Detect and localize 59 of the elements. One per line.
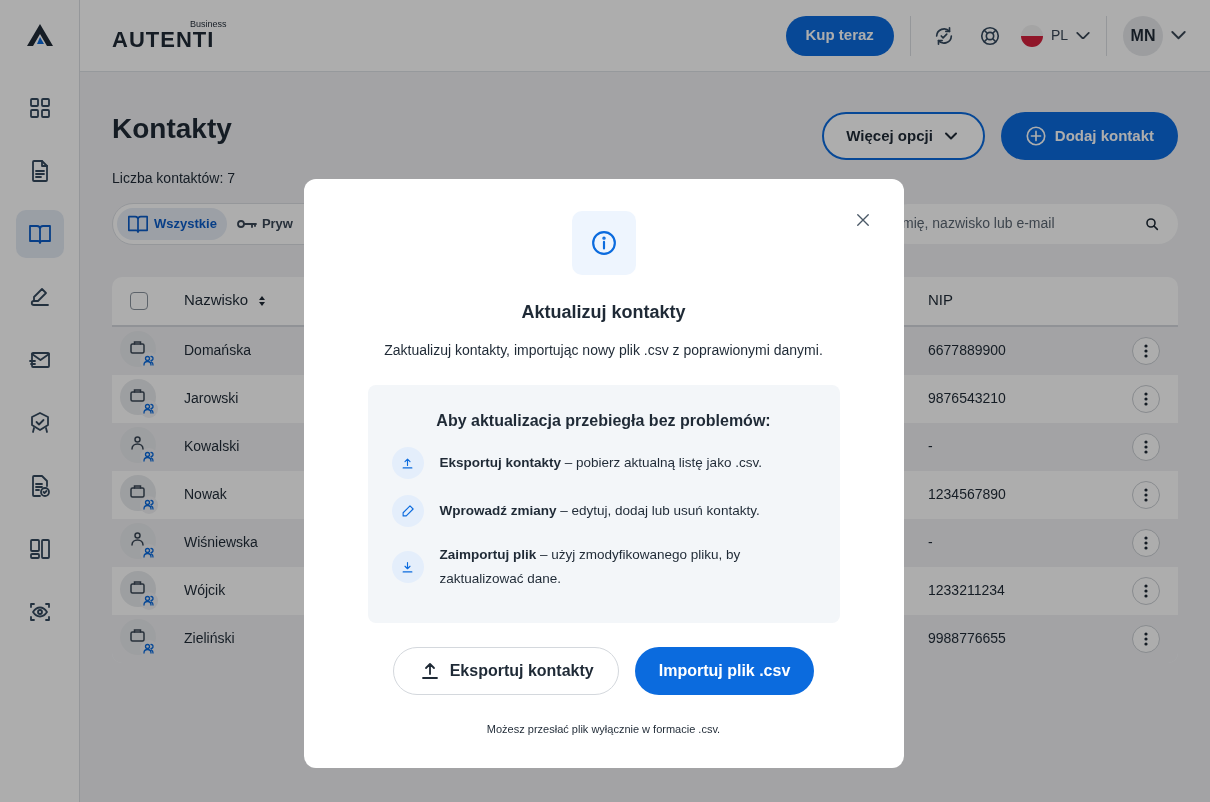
filter-tab[interactable]: Wszystkie bbox=[117, 207, 227, 240]
table-cell: 9876543210 bbox=[928, 390, 1006, 407]
pencil-icon bbox=[400, 503, 415, 519]
upload-icon bbox=[400, 455, 415, 471]
more-options-button[interactable]: Więcej opcji bbox=[822, 112, 985, 160]
table-cell: Kowalski bbox=[184, 438, 240, 455]
logo-wordmark: AUTENTI bbox=[112, 29, 216, 51]
table-cell: 1234567890 bbox=[928, 486, 1006, 503]
filter-tab[interactable]: Pryw bbox=[226, 207, 303, 240]
download-icon bbox=[400, 559, 415, 575]
table-cell: Nowak bbox=[184, 486, 227, 503]
table-cell: Domańska bbox=[184, 342, 251, 359]
help-button[interactable] bbox=[978, 24, 1001, 47]
logo-tagline: Business bbox=[190, 20, 227, 29]
import-button[interactable]: Importuj plik .csv bbox=[634, 647, 815, 695]
flag-icon bbox=[1020, 24, 1043, 47]
sidebar-item[interactable] bbox=[15, 210, 64, 258]
briefcase-avatar-icon bbox=[120, 378, 158, 419]
column-header: NIP bbox=[928, 291, 953, 309]
page-title: Kontakty bbox=[112, 112, 233, 146]
language-selector[interactable]: PL bbox=[1020, 24, 1090, 47]
briefcase-avatar-icon bbox=[120, 570, 158, 611]
buy-now-button[interactable]: Kup teraz bbox=[785, 15, 894, 56]
lifebuoy-icon bbox=[978, 24, 1001, 47]
tip-text: Zaimportuj plik – użyj zmodyfikowanego pliku, by zaktualizować dane. bbox=[439, 546, 742, 588]
column-header[interactable]: Nazwisko bbox=[184, 289, 249, 312]
grid-icon bbox=[27, 96, 52, 120]
user-avatar[interactable]: MN bbox=[1123, 15, 1163, 56]
table-cell: 9988776655 bbox=[928, 630, 1006, 647]
add-contact-button[interactable]: Dodaj kontakt bbox=[1000, 112, 1178, 160]
key-icon bbox=[236, 219, 257, 228]
select-all-checkbox[interactable] bbox=[130, 291, 148, 310]
search-icon bbox=[1144, 215, 1160, 232]
logo-icon[interactable] bbox=[26, 24, 53, 46]
table-cell: Wójcik bbox=[184, 582, 226, 599]
info-icon bbox=[590, 230, 617, 256]
dialog-note: Możesz przesłać plik wyłącznie w formacie .csv. bbox=[485, 722, 722, 737]
briefcase-avatar-icon bbox=[120, 474, 158, 515]
contact-count: Liczba kontaktów: 7 bbox=[112, 168, 235, 188]
table-cell: - bbox=[928, 534, 933, 551]
export-button[interactable]: Eksportuj kontakty bbox=[392, 647, 619, 695]
table-cell: 1233211234 bbox=[928, 582, 1005, 599]
user-menu-toggle[interactable] bbox=[1171, 31, 1186, 40]
eye-scan-icon bbox=[27, 600, 52, 624]
tips-title: Aby aktualizacja przebiegła bez problemów: bbox=[435, 411, 772, 431]
tip-text: Eksportuj kontakty – pobierz aktualną listę jako .csv. bbox=[439, 454, 762, 472]
plus-circle-icon bbox=[1024, 125, 1047, 147]
table-cell: - bbox=[928, 438, 933, 455]
chevron-down-icon bbox=[1076, 31, 1090, 40]
book-icon bbox=[27, 222, 52, 246]
table-cell: Wiśniewska bbox=[184, 534, 258, 551]
table-cell: Zieliński bbox=[184, 630, 235, 647]
tip-text: Wprowadź zmiany – edytuj, dodaj lub usuń kontakty. bbox=[439, 502, 760, 520]
table-cell: Jarowski bbox=[184, 390, 239, 407]
dialog-title: Aktualizuj kontakty bbox=[520, 301, 687, 324]
dialog-subtitle: Zaktualizuj kontakty, importując nowy plik .csv z poprawionymi danymi. bbox=[383, 341, 824, 360]
chevron-down-icon bbox=[1171, 31, 1186, 40]
layout-icon bbox=[27, 537, 52, 561]
table-cell: 6677889900 bbox=[928, 342, 1006, 359]
